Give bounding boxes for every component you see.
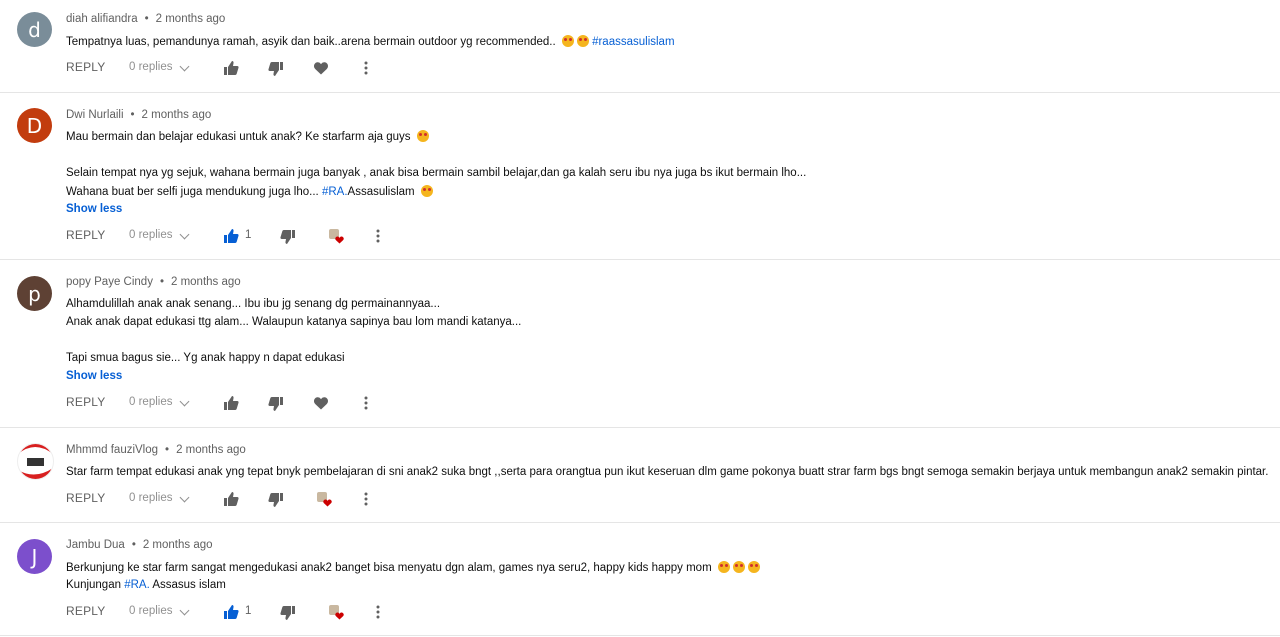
like-count: 1 bbox=[245, 229, 252, 241]
comment-time[interactable]: 2 months ago bbox=[156, 13, 226, 25]
thumb-down-icon[interactable] bbox=[280, 605, 296, 621]
comment-text: Berkunjung ke star farm sangat mengeduka… bbox=[66, 561, 760, 574]
comment-actions: REPLY 0 replies bbox=[66, 395, 466, 415]
avatar[interactable]: D bbox=[17, 108, 52, 143]
thumb-down-icon[interactable] bbox=[268, 61, 284, 77]
comment-text: Tapi smua bagus sie... Yg anak happy n d… bbox=[66, 352, 345, 364]
thumb-up-icon[interactable] bbox=[223, 395, 239, 411]
replies-toggle[interactable]: 0 replies bbox=[129, 492, 172, 504]
star-struck-emoji-icon bbox=[576, 35, 589, 47]
ok-hand-emoji-icon bbox=[717, 561, 730, 573]
heart-eyes-emoji-icon bbox=[747, 561, 760, 573]
heart-icon[interactable] bbox=[313, 395, 329, 411]
thumb-down-icon[interactable] bbox=[268, 492, 284, 508]
avatar[interactable]: p bbox=[17, 276, 52, 311]
creator-heart-icon[interactable] bbox=[316, 491, 332, 507]
replies-toggle[interactable]: 0 replies bbox=[129, 396, 172, 408]
hashtag-link[interactable]: #RA. bbox=[124, 579, 150, 591]
thumb-up-icon[interactable] bbox=[223, 604, 239, 620]
avatar[interactable]: d bbox=[17, 12, 52, 47]
reply-button[interactable]: REPLY bbox=[66, 604, 105, 618]
comment-text: Alhamdulillah anak anak senang... Ibu ib… bbox=[66, 298, 441, 310]
comment-time[interactable]: 2 months ago bbox=[143, 539, 213, 551]
show-less-button[interactable]: Show less bbox=[66, 370, 122, 382]
comment-time[interactable]: 2 months ago bbox=[171, 276, 241, 288]
author-name[interactable]: popy Paye Cindy bbox=[66, 276, 153, 288]
comment-text: Anak anak dapat edukasi ttg alam... Wala… bbox=[66, 316, 522, 328]
chevron-down-icon[interactable] bbox=[179, 229, 190, 240]
divider bbox=[0, 522, 1280, 523]
comment-text: Mau bermain dan belajar edukasi untuk an… bbox=[66, 130, 429, 143]
comment-actions: REPLY 0 replies 1 bbox=[66, 228, 466, 248]
chevron-down-icon[interactable] bbox=[179, 61, 190, 72]
comment-time[interactable]: 2 months ago bbox=[176, 444, 246, 456]
star-struck-emoji-icon bbox=[420, 185, 433, 197]
comment-time[interactable]: 2 months ago bbox=[142, 109, 212, 121]
comment-text: Star farm tempat edukasi anak yng tepat … bbox=[66, 466, 1269, 478]
reply-button[interactable]: REPLY bbox=[66, 491, 105, 505]
replies-toggle[interactable]: 0 replies bbox=[129, 61, 172, 73]
divider bbox=[0, 259, 1280, 260]
creator-heart-icon[interactable] bbox=[328, 604, 344, 620]
comment-actions: REPLY 0 replies bbox=[66, 491, 466, 511]
author-name[interactable]: Mhmmd fauziVlog bbox=[66, 444, 158, 456]
more-options-icon[interactable] bbox=[358, 395, 374, 411]
more-options-icon[interactable] bbox=[370, 604, 386, 620]
avatar[interactable] bbox=[17, 443, 54, 480]
thumbs-up-emoji-icon bbox=[732, 561, 745, 573]
comment-text: Wahana buat ber selfi juga mendukung jug… bbox=[66, 185, 433, 198]
grinning-emoji-icon bbox=[416, 130, 429, 142]
chevron-down-icon[interactable] bbox=[179, 492, 190, 503]
thumb-down-icon[interactable] bbox=[280, 229, 296, 245]
replies-toggle[interactable]: 0 replies bbox=[129, 229, 172, 241]
divider bbox=[0, 635, 1280, 636]
thumb-up-icon[interactable] bbox=[223, 60, 239, 76]
like-count: 1 bbox=[245, 605, 252, 617]
author-name[interactable]: Jambu Dua bbox=[66, 539, 125, 551]
comment-text: Kunjungan #RA. Assasus islam bbox=[66, 579, 226, 591]
star-struck-emoji-icon bbox=[561, 35, 574, 47]
replies-toggle[interactable]: 0 replies bbox=[129, 605, 172, 617]
channel-logo-icon bbox=[18, 444, 53, 479]
comment-actions: REPLY 0 replies bbox=[66, 60, 466, 80]
reply-button[interactable]: REPLY bbox=[66, 60, 105, 74]
reply-button[interactable]: REPLY bbox=[66, 228, 105, 242]
chevron-down-icon[interactable] bbox=[179, 605, 190, 616]
comment-meta: Jambu Dua • 2 months ago bbox=[66, 539, 213, 551]
creator-heart-icon[interactable] bbox=[328, 228, 344, 244]
comment-meta: diah alifiandra • 2 months ago bbox=[66, 13, 226, 25]
hashtag-link[interactable]: #RA. bbox=[322, 186, 348, 198]
thumb-up-icon[interactable] bbox=[223, 228, 239, 244]
divider bbox=[0, 427, 1280, 428]
thumb-down-icon[interactable] bbox=[268, 396, 284, 412]
show-less-button[interactable]: Show less bbox=[66, 203, 122, 215]
avatar[interactable]: J bbox=[17, 539, 52, 574]
more-options-icon[interactable] bbox=[358, 60, 374, 76]
more-options-icon[interactable] bbox=[370, 228, 386, 244]
divider bbox=[0, 92, 1280, 93]
hashtag-link[interactable]: #raassasulislam bbox=[592, 36, 674, 48]
reply-button[interactable]: REPLY bbox=[66, 395, 105, 409]
thumb-up-icon[interactable] bbox=[223, 491, 239, 507]
comment-text: Tempatnya luas, pemandunya ramah, asyik … bbox=[66, 35, 675, 48]
more-options-icon[interactable] bbox=[358, 491, 374, 507]
comment-meta: Mhmmd fauziVlog • 2 months ago bbox=[66, 444, 246, 456]
comment-meta: popy Paye Cindy • 2 months ago bbox=[66, 276, 241, 288]
heart-icon[interactable] bbox=[313, 60, 329, 76]
author-name[interactable]: diah alifiandra bbox=[66, 13, 138, 25]
comment-text: Selain tempat nya yg sejuk, wahana berma… bbox=[66, 167, 807, 179]
comment-actions: REPLY 0 replies 1 bbox=[66, 604, 466, 624]
chevron-down-icon[interactable] bbox=[179, 396, 190, 407]
author-name[interactable]: Dwi Nurlaili bbox=[66, 109, 124, 121]
comment-meta: Dwi Nurlaili • 2 months ago bbox=[66, 109, 212, 121]
